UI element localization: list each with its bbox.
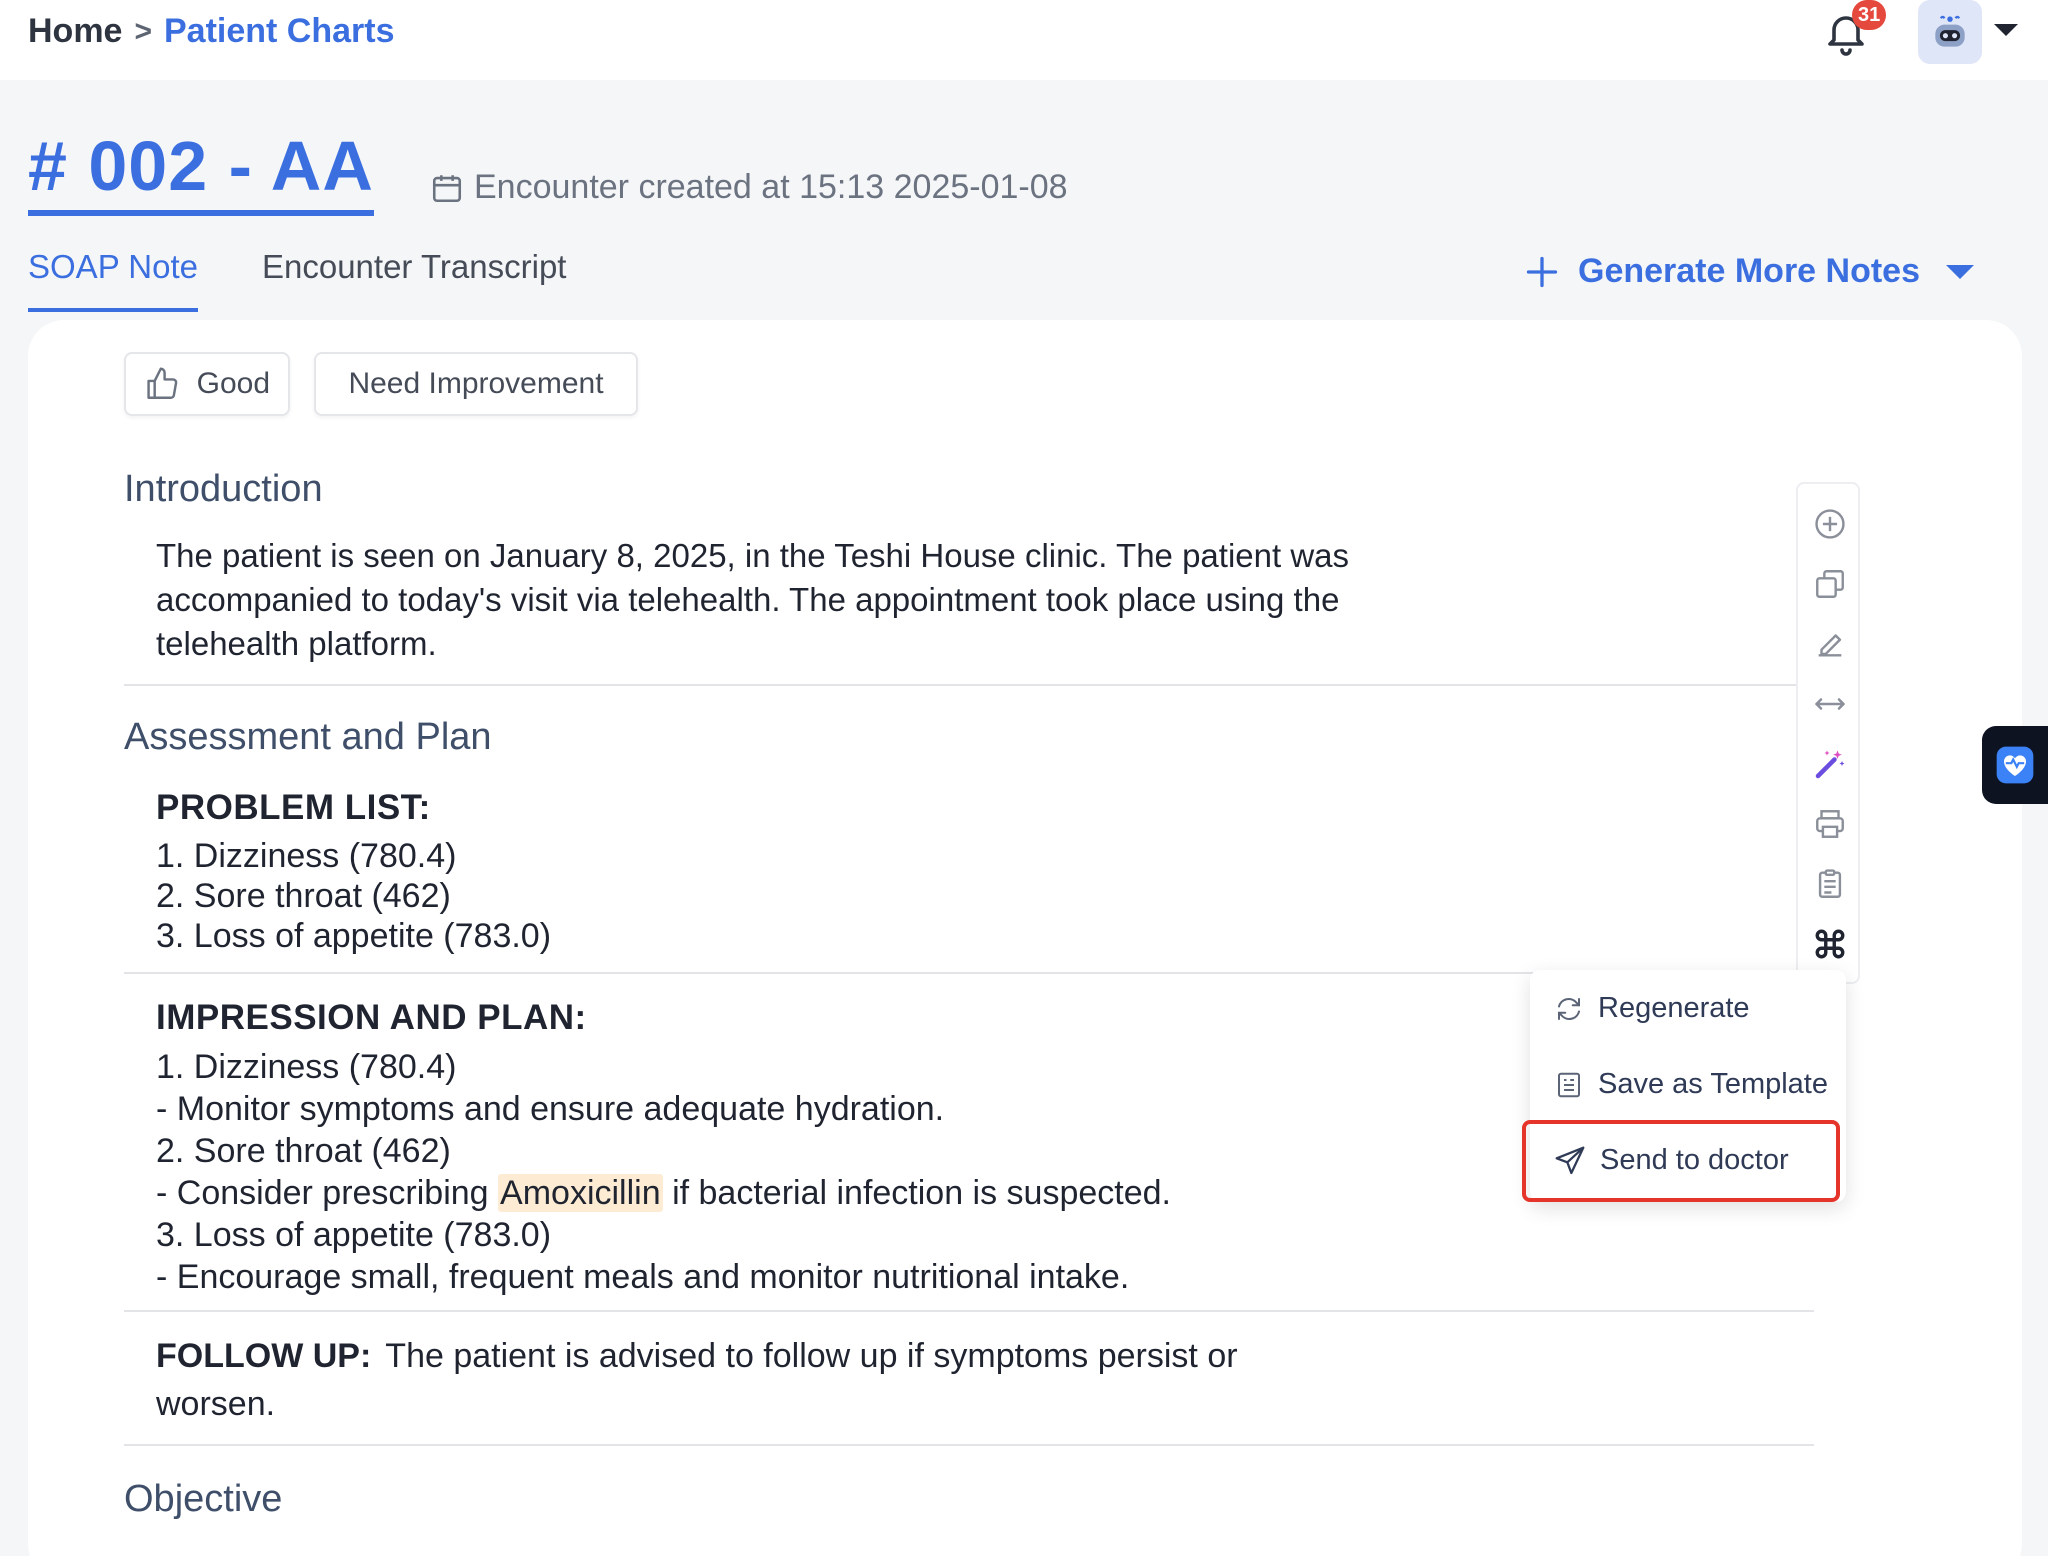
objective-heading: Objective bbox=[124, 1478, 283, 1520]
command-icon[interactable] bbox=[1812, 926, 1848, 962]
list-item: - Consider prescribing Amoxicillin if ba… bbox=[156, 1172, 1171, 1214]
list-item: 3. Loss of appetite (783.0) bbox=[156, 1216, 552, 1254]
note-toolbar bbox=[1796, 482, 1860, 984]
divider bbox=[124, 684, 1796, 686]
breadcrumb-separator: > bbox=[134, 14, 152, 48]
regenerate-label: Regenerate bbox=[1598, 992, 1750, 1024]
highlighted-drug[interactable]: Amoxicillin bbox=[498, 1174, 663, 1212]
magic-wand-icon[interactable] bbox=[1812, 746, 1848, 782]
list-item-text: - Consider prescribing bbox=[156, 1174, 499, 1212]
list-item: 1. Dizziness (780.4) bbox=[156, 1048, 457, 1086]
generate-more-notes-button[interactable]: Generate More Notes bbox=[1524, 252, 1974, 291]
template-icon bbox=[1558, 1072, 1580, 1097]
edit-icon[interactable] bbox=[1812, 626, 1848, 662]
save-as-template-menu-item[interactable]: Save as Template bbox=[1554, 1068, 1828, 1101]
problem-list-heading: PROBLEM LIST: bbox=[156, 788, 431, 827]
list-item: 1. Dizziness (780.4) bbox=[156, 837, 457, 875]
follow-up-label: FOLLOW UP: bbox=[156, 1337, 372, 1375]
print-icon[interactable] bbox=[1812, 806, 1848, 842]
divider bbox=[124, 1310, 1814, 1312]
impression-list: 1. Dizziness (780.4) - Monitor symptoms … bbox=[156, 1046, 1171, 1298]
list-item: 3. Loss of appetite (783.0) bbox=[156, 917, 552, 955]
divider bbox=[124, 1444, 1814, 1446]
copy-icon[interactable] bbox=[1812, 566, 1848, 602]
avatar[interactable] bbox=[1918, 0, 1982, 64]
encounter-created-text: Encounter created at 15:13 2025-01-08 bbox=[474, 168, 1068, 206]
calendar-icon bbox=[432, 174, 462, 202]
list-item: - Monitor symptoms and ensure adequate h… bbox=[156, 1090, 945, 1128]
breadcrumb-home[interactable]: Home bbox=[28, 12, 122, 51]
impression-heading: IMPRESSION AND PLAN: bbox=[156, 998, 587, 1037]
send-to-doctor-highlight bbox=[1522, 1120, 1840, 1202]
add-circle-icon[interactable] bbox=[1812, 506, 1848, 542]
notification-badge: 31 bbox=[1852, 0, 1887, 30]
tab-encounter-transcript[interactable]: Encounter Transcript bbox=[262, 248, 566, 312]
chevron-down-icon[interactable] bbox=[1994, 24, 2018, 36]
need-improvement-label: Need Improvement bbox=[348, 367, 604, 400]
thumbs-up-icon bbox=[147, 367, 178, 399]
follow-up: FOLLOW UP: The patient is advised to foll… bbox=[156, 1332, 1326, 1428]
tab-bar: SOAP Note Encounter Transcript bbox=[28, 248, 566, 312]
top-bar: Home > Patient Charts 31 bbox=[0, 0, 2048, 80]
plus-icon bbox=[1526, 256, 1558, 287]
list-item: - Encourage small, frequent meals and mo… bbox=[156, 1258, 1130, 1296]
expand-width-icon[interactable] bbox=[1812, 686, 1848, 722]
list-item-text: if bacterial infection is suspected. bbox=[662, 1174, 1171, 1212]
generate-more-label: Generate More Notes bbox=[1578, 252, 1920, 290]
page-title: # 002 - AA bbox=[28, 124, 374, 216]
save-as-template-label: Save as Template bbox=[1598, 1068, 1828, 1100]
health-assistant-widget[interactable] bbox=[1982, 726, 2048, 804]
clipboard-icon[interactable] bbox=[1812, 866, 1848, 902]
introduction-heading: Introduction bbox=[124, 468, 323, 510]
list-item: 2. Sore throat (462) bbox=[156, 877, 451, 915]
heart-pulse-icon bbox=[1996, 746, 2034, 784]
breadcrumb: Home > Patient Charts bbox=[28, 12, 395, 51]
regenerate-menu-item[interactable]: Regenerate bbox=[1554, 992, 1750, 1025]
chevron-down-icon bbox=[1946, 264, 1974, 279]
good-feedback-button[interactable]: Good bbox=[124, 352, 290, 416]
encounter-created: Encounter created at 15:13 2025-01-08 bbox=[430, 168, 1068, 207]
good-label: Good bbox=[196, 367, 270, 400]
robot-icon bbox=[1935, 15, 1965, 47]
refresh-icon bbox=[1558, 997, 1580, 1020]
tab-soap-note[interactable]: SOAP Note bbox=[28, 248, 198, 312]
need-improvement-button[interactable]: Need Improvement bbox=[314, 352, 638, 416]
list-item: 2. Sore throat (462) bbox=[156, 1132, 451, 1170]
problem-list: 1. Dizziness (780.4) 2. Sore throat (462… bbox=[156, 836, 551, 956]
breadcrumb-current[interactable]: Patient Charts bbox=[164, 12, 395, 51]
assessment-heading: Assessment and Plan bbox=[124, 716, 492, 758]
introduction-text: The patient is seen on January 8, 2025, … bbox=[156, 537, 1350, 662]
